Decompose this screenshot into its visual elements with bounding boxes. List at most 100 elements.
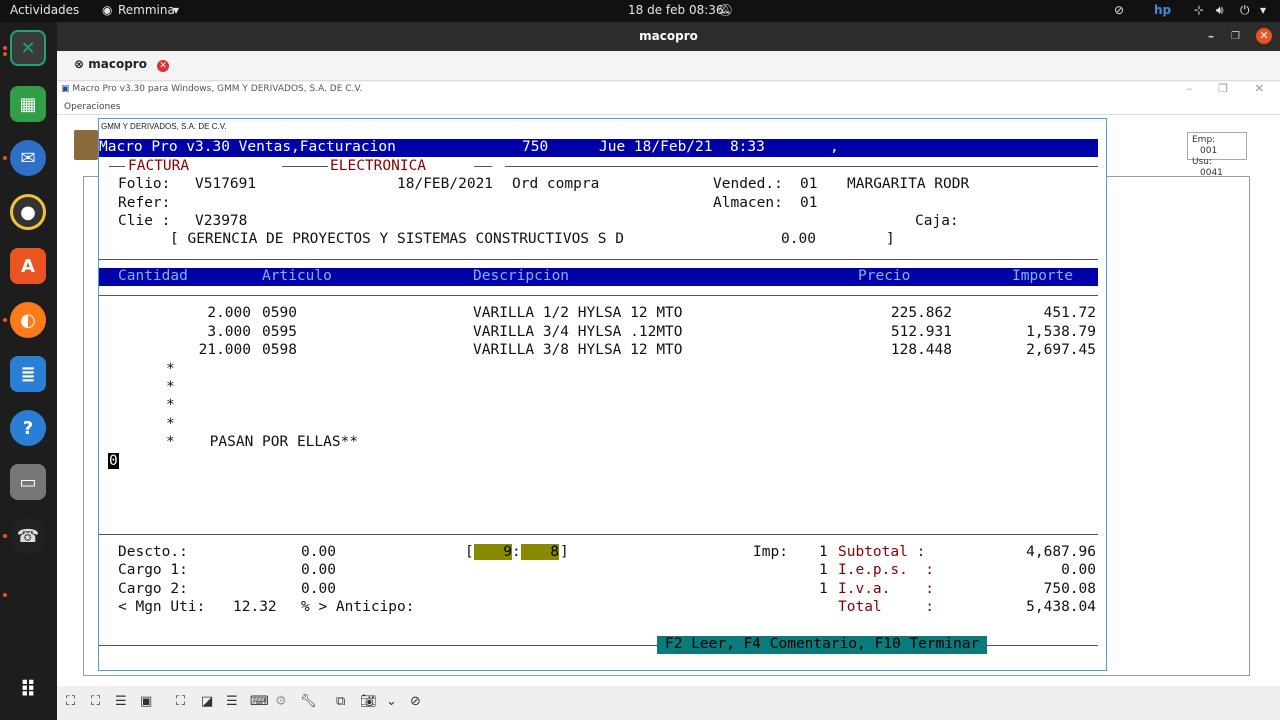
col-importe: Importe: [1012, 268, 1074, 284]
tab-macopro[interactable]: ⊗ macopro ✕: [74, 57, 170, 72]
duplicate-icon[interactable]: ⧉: [336, 694, 345, 709]
keyboard-icon[interactable]: ⌨: [250, 694, 269, 709]
emp-label: Emp:: [1192, 135, 1216, 145]
menu-icon[interactable]: ☰: [115, 694, 127, 709]
row-articulo: 0595: [262, 324, 297, 340]
system-menu-chevron-icon[interactable]: ▾: [1260, 3, 1266, 17]
running-indicator: [3, 46, 7, 50]
time-minute-field[interactable]: 8: [521, 544, 559, 560]
window-title: macopro: [639, 29, 698, 43]
divider: [282, 166, 328, 167]
fit-window-icon[interactable]: ⛶: [91, 694, 100, 709]
app-header-title: Macro Pro v3.30 Ventas,Facturacion: [99, 139, 396, 155]
note-line: *: [166, 397, 175, 413]
ieps-value: 0.00: [1061, 562, 1096, 578]
terminal-screen[interactable]: GMM Y DERIVADOS, S.A. DE C.V. Macro Pro …: [98, 118, 1107, 671]
remote-maximize-icon[interactable]: ❐: [1218, 82, 1228, 95]
row-articulo: 0598: [262, 342, 297, 358]
total-value: 5,438.04: [1026, 599, 1096, 615]
tab-close-icon[interactable]: ✕: [157, 60, 170, 72]
header-comma: ,: [830, 139, 839, 155]
minimize-icon[interactable]: –: [1208, 22, 1214, 51]
fullscreen-icon[interactable]: ⛶: [66, 694, 75, 709]
close-icon[interactable]: ✕: [1256, 28, 1272, 44]
usu-value: 0041: [1200, 168, 1223, 178]
divider: [109, 166, 125, 167]
emp-usu-panel: Emp: 001 Usu: 0041: [1187, 132, 1247, 178]
row-cantidad: 3.000: [207, 324, 251, 340]
vended-label: Vended.:: [713, 176, 783, 192]
subtotal-label: Subtotal :: [838, 544, 926, 560]
software-center-icon[interactable]: A: [10, 248, 46, 284]
iva-label: I.v.a. :: [838, 581, 935, 597]
music-player-icon[interactable]: ●: [10, 194, 46, 230]
factura-label: FACTURA: [128, 158, 190, 174]
note-line: *: [166, 416, 175, 432]
writer-icon[interactable]: ≣: [10, 356, 46, 392]
col-precio: Precio: [858, 268, 911, 284]
cliente-nombre: [ GERENCIA DE PROYECTOS Y SISTEMAS CONST…: [170, 231, 624, 247]
row-cantidad: 21.000: [198, 342, 251, 358]
note-line: * PASAN POR ELLAS**: [166, 434, 359, 450]
remote-minimize-icon[interactable]: –: [1187, 82, 1193, 95]
window-icon[interactable]: ▣: [140, 694, 152, 709]
restore-icon[interactable]: ❐: [1231, 22, 1240, 51]
show-apps-icon[interactable]: ⠿: [10, 672, 46, 708]
dynamic-resolution-icon[interactable]: ◪: [201, 694, 213, 709]
remote-close-icon[interactable]: ✕: [1255, 82, 1264, 95]
time-hour-field[interactable]: 9: [474, 544, 512, 560]
files-icon[interactable]: ▭: [10, 464, 46, 500]
clock[interactable]: 18 de feb 08:36: [628, 3, 724, 17]
power-icon[interactable]: ⏻: [1240, 3, 1250, 18]
tools-icon[interactable]: 🔧︎: [300, 694, 317, 709]
scale-icon[interactable]: ⛶: [176, 694, 185, 709]
running-indicator: [3, 593, 7, 597]
remmina-icon[interactable]: ✕: [10, 30, 46, 66]
vendedor-name: MARGARITA RODR: [847, 176, 970, 192]
note-line: *: [166, 379, 175, 395]
cargo1-value: 0.00: [301, 562, 336, 578]
mail-icon[interactable]: ✉: [10, 140, 46, 176]
fecha-value: 18/FEB/2021: [397, 176, 494, 192]
help-icon[interactable]: ?: [10, 410, 46, 446]
hp-tray-icon[interactable]: hp: [1154, 3, 1171, 17]
row-importe: 451.72: [1043, 305, 1096, 321]
remmina-tray-icon[interactable]: ⊘: [1114, 3, 1124, 17]
running-indicator: [3, 318, 7, 322]
mgn-value: 12.32: [233, 599, 277, 615]
preferences-icon[interactable]: ⚙: [275, 694, 287, 709]
row-descripcion: VARILLA 3/4 HYLSA .12MTO: [473, 324, 683, 340]
minimize-toolbar-icon[interactable]: ⌄: [386, 694, 397, 709]
disconnect-icon[interactable]: ⊘: [410, 694, 421, 709]
divider: [99, 259, 1098, 260]
phone-icon[interactable]: ☎: [10, 518, 46, 554]
menu-operaciones[interactable]: Operaciones: [64, 102, 120, 112]
col-articulo: Articulo: [262, 268, 332, 284]
volume-icon[interactable]: 🔊︎: [1216, 3, 1224, 18]
quality-menu-icon[interactable]: ☰: [226, 694, 238, 709]
app-menu-icon[interactable]: ◉: [102, 3, 112, 17]
divider: [474, 166, 492, 167]
row-descripcion: VARILLA 3/8 HYLSA 12 MTO: [473, 342, 683, 358]
function-keys-bar: F2 Leer, F4 Comentario, F10 Terminar: [657, 636, 988, 654]
divider: [99, 534, 1098, 535]
app-menu-button[interactable]: Remmina: [118, 3, 175, 17]
subtotal-value: 4,687.96: [1026, 544, 1096, 560]
header-datetime: Jue 18/Feb/21 8:33: [599, 139, 765, 155]
spreadsheet-icon[interactable]: ▦: [10, 86, 46, 122]
firefox-icon[interactable]: ◐: [10, 302, 46, 338]
vended-value: 01: [800, 176, 818, 192]
columns-header: Cantidad Articulo Descripcion Precio Imp…: [99, 268, 1098, 286]
running-indicator: [3, 52, 7, 56]
network-icon[interactable]: ⊹: [1194, 3, 1204, 17]
electronica-label: ELECTRONICA: [330, 158, 427, 174]
running-indicator: [3, 156, 7, 160]
time-open-bracket: [: [465, 544, 474, 560]
col-cantidad: Cantidad: [118, 268, 188, 284]
screenshot-icon[interactable]: 📷︎: [360, 694, 377, 709]
activities-button[interactable]: Actividades: [10, 3, 79, 17]
divider: [505, 166, 1098, 167]
cursor-input[interactable]: 0: [108, 453, 119, 469]
macropro-app-icon: ▣: [61, 84, 70, 94]
row-importe: 1,538.79: [1026, 324, 1096, 340]
